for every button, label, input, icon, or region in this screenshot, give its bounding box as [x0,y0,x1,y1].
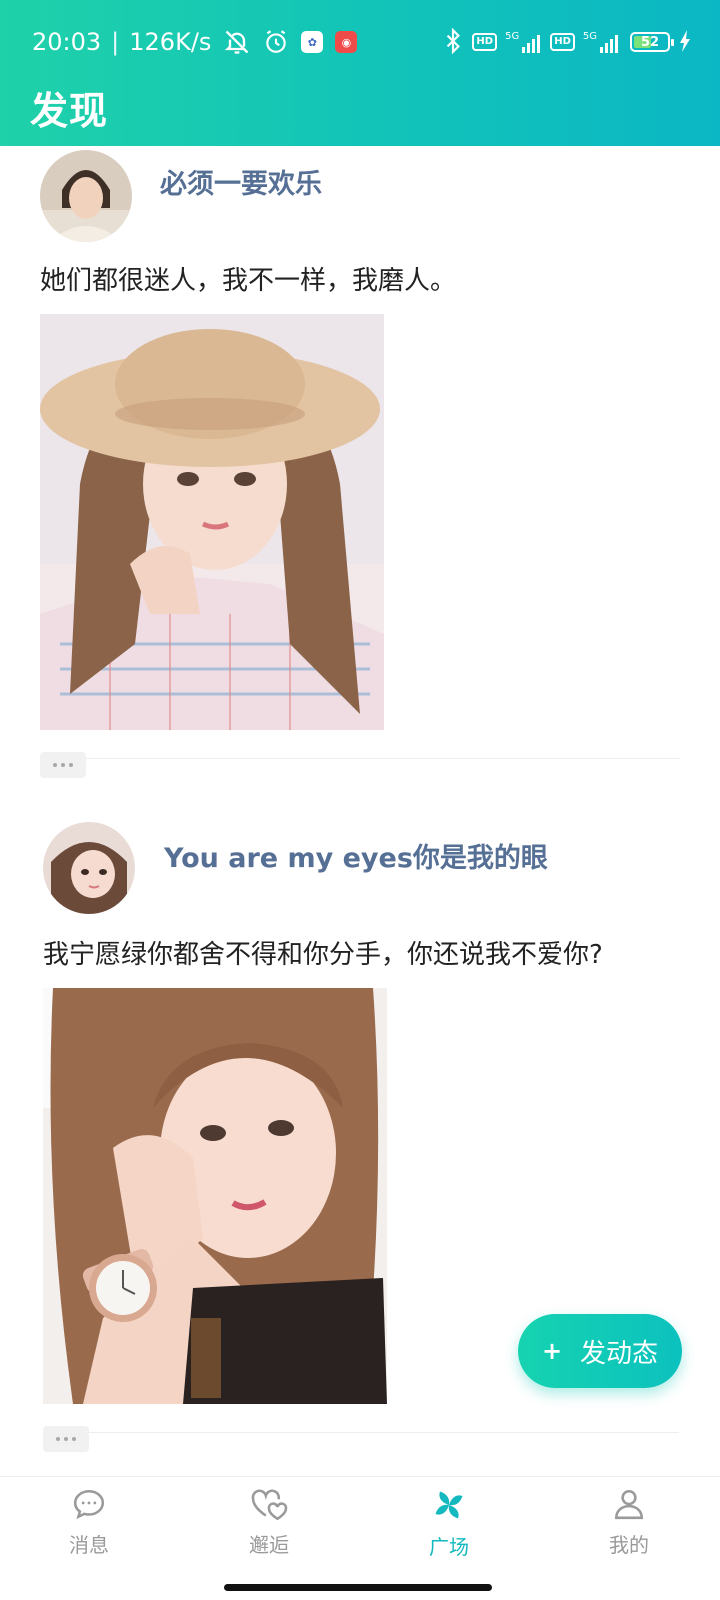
network-speed: 126K/s [129,28,212,56]
page-title: 发现 [30,89,109,133]
battery-level: 52 [640,34,660,50]
post-divider [89,1432,679,1433]
post-text: 我宁愿绿你都舍不得和你分手，你还说我不爱你? [43,940,603,970]
post-moment-label: 发动态 [580,1338,659,1369]
nav-label-messages: 消息 [69,1533,109,1557]
post-username[interactable]: 必须一要欢乐 [160,162,322,201]
plus-icon: + [541,1337,563,1365]
app-icon-red: ◉ [335,31,358,53]
notifications-off-icon [223,28,251,56]
post-card[interactable]: 必须一要欢乐 她们都很迷人，我不一样，我磨人。 [0,146,720,786]
nav-item-me[interactable]: 我的 [569,1487,689,1559]
more-options-button[interactable] [43,1426,89,1452]
hd-badge-2: HD [550,33,575,51]
person-icon [612,1487,646,1525]
message-icon [72,1487,106,1525]
app-icon: ✿ [301,31,324,53]
nav-label-me: 我的 [609,1533,649,1557]
signal-icon: 5G [505,31,541,53]
battery-icon: 52 [630,32,674,52]
nav-item-encounter[interactable]: 邂逅 [209,1487,329,1559]
status-bar: 20:03 | 126K/s ✿ ◉ HD 5G HD 5G 52 [0,0,720,86]
app-header: 20:03 | 126K/s ✿ ◉ HD 5G HD 5G 52 发现 [0,0,720,146]
nav-item-square[interactable]: 广场 [389,1487,509,1559]
status-separator: | [111,28,120,56]
network-type-2: 5G [582,31,597,42]
nav-label-encounter: 邂逅 [249,1533,289,1557]
bluetooth-icon [444,27,462,57]
pinwheel-icon [431,1487,467,1527]
status-time: 20:03 [32,28,102,56]
post-username[interactable]: You are my eyes你是我的眼 [164,836,548,875]
post-divider [86,758,680,759]
status-right: HD 5G HD 5G 52 [444,26,692,58]
charging-icon [678,29,692,56]
signal-icon-2: 5G [583,31,618,53]
avatar[interactable] [43,822,135,914]
post-moment-button[interactable]: + 发动态 [518,1314,682,1388]
status-left: 20:03 | 126K/s ✿ ◉ [32,26,358,58]
post-text: 她们都很迷人，我不一样，我磨人。 [40,266,457,296]
alarm-icon [263,29,289,55]
nav-label-square: 广场 [429,1535,469,1559]
home-indicator[interactable] [224,1584,492,1591]
post-photo[interactable] [40,314,384,730]
avatar[interactable] [40,150,132,242]
nav-item-messages[interactable]: 消息 [29,1487,149,1559]
hearts-icon [250,1487,288,1525]
feed-list[interactable]: 必须一要欢乐 她们都很迷人，我不一样，我磨人。 You are my eyes你… [0,146,720,1476]
network-type: 5G [505,31,520,42]
hd-badge: HD [472,33,498,51]
more-options-button[interactable] [40,752,86,778]
post-photo[interactable] [43,988,387,1404]
bottom-nav: 消息 邂逅 广场 我的 [0,1476,720,1600]
